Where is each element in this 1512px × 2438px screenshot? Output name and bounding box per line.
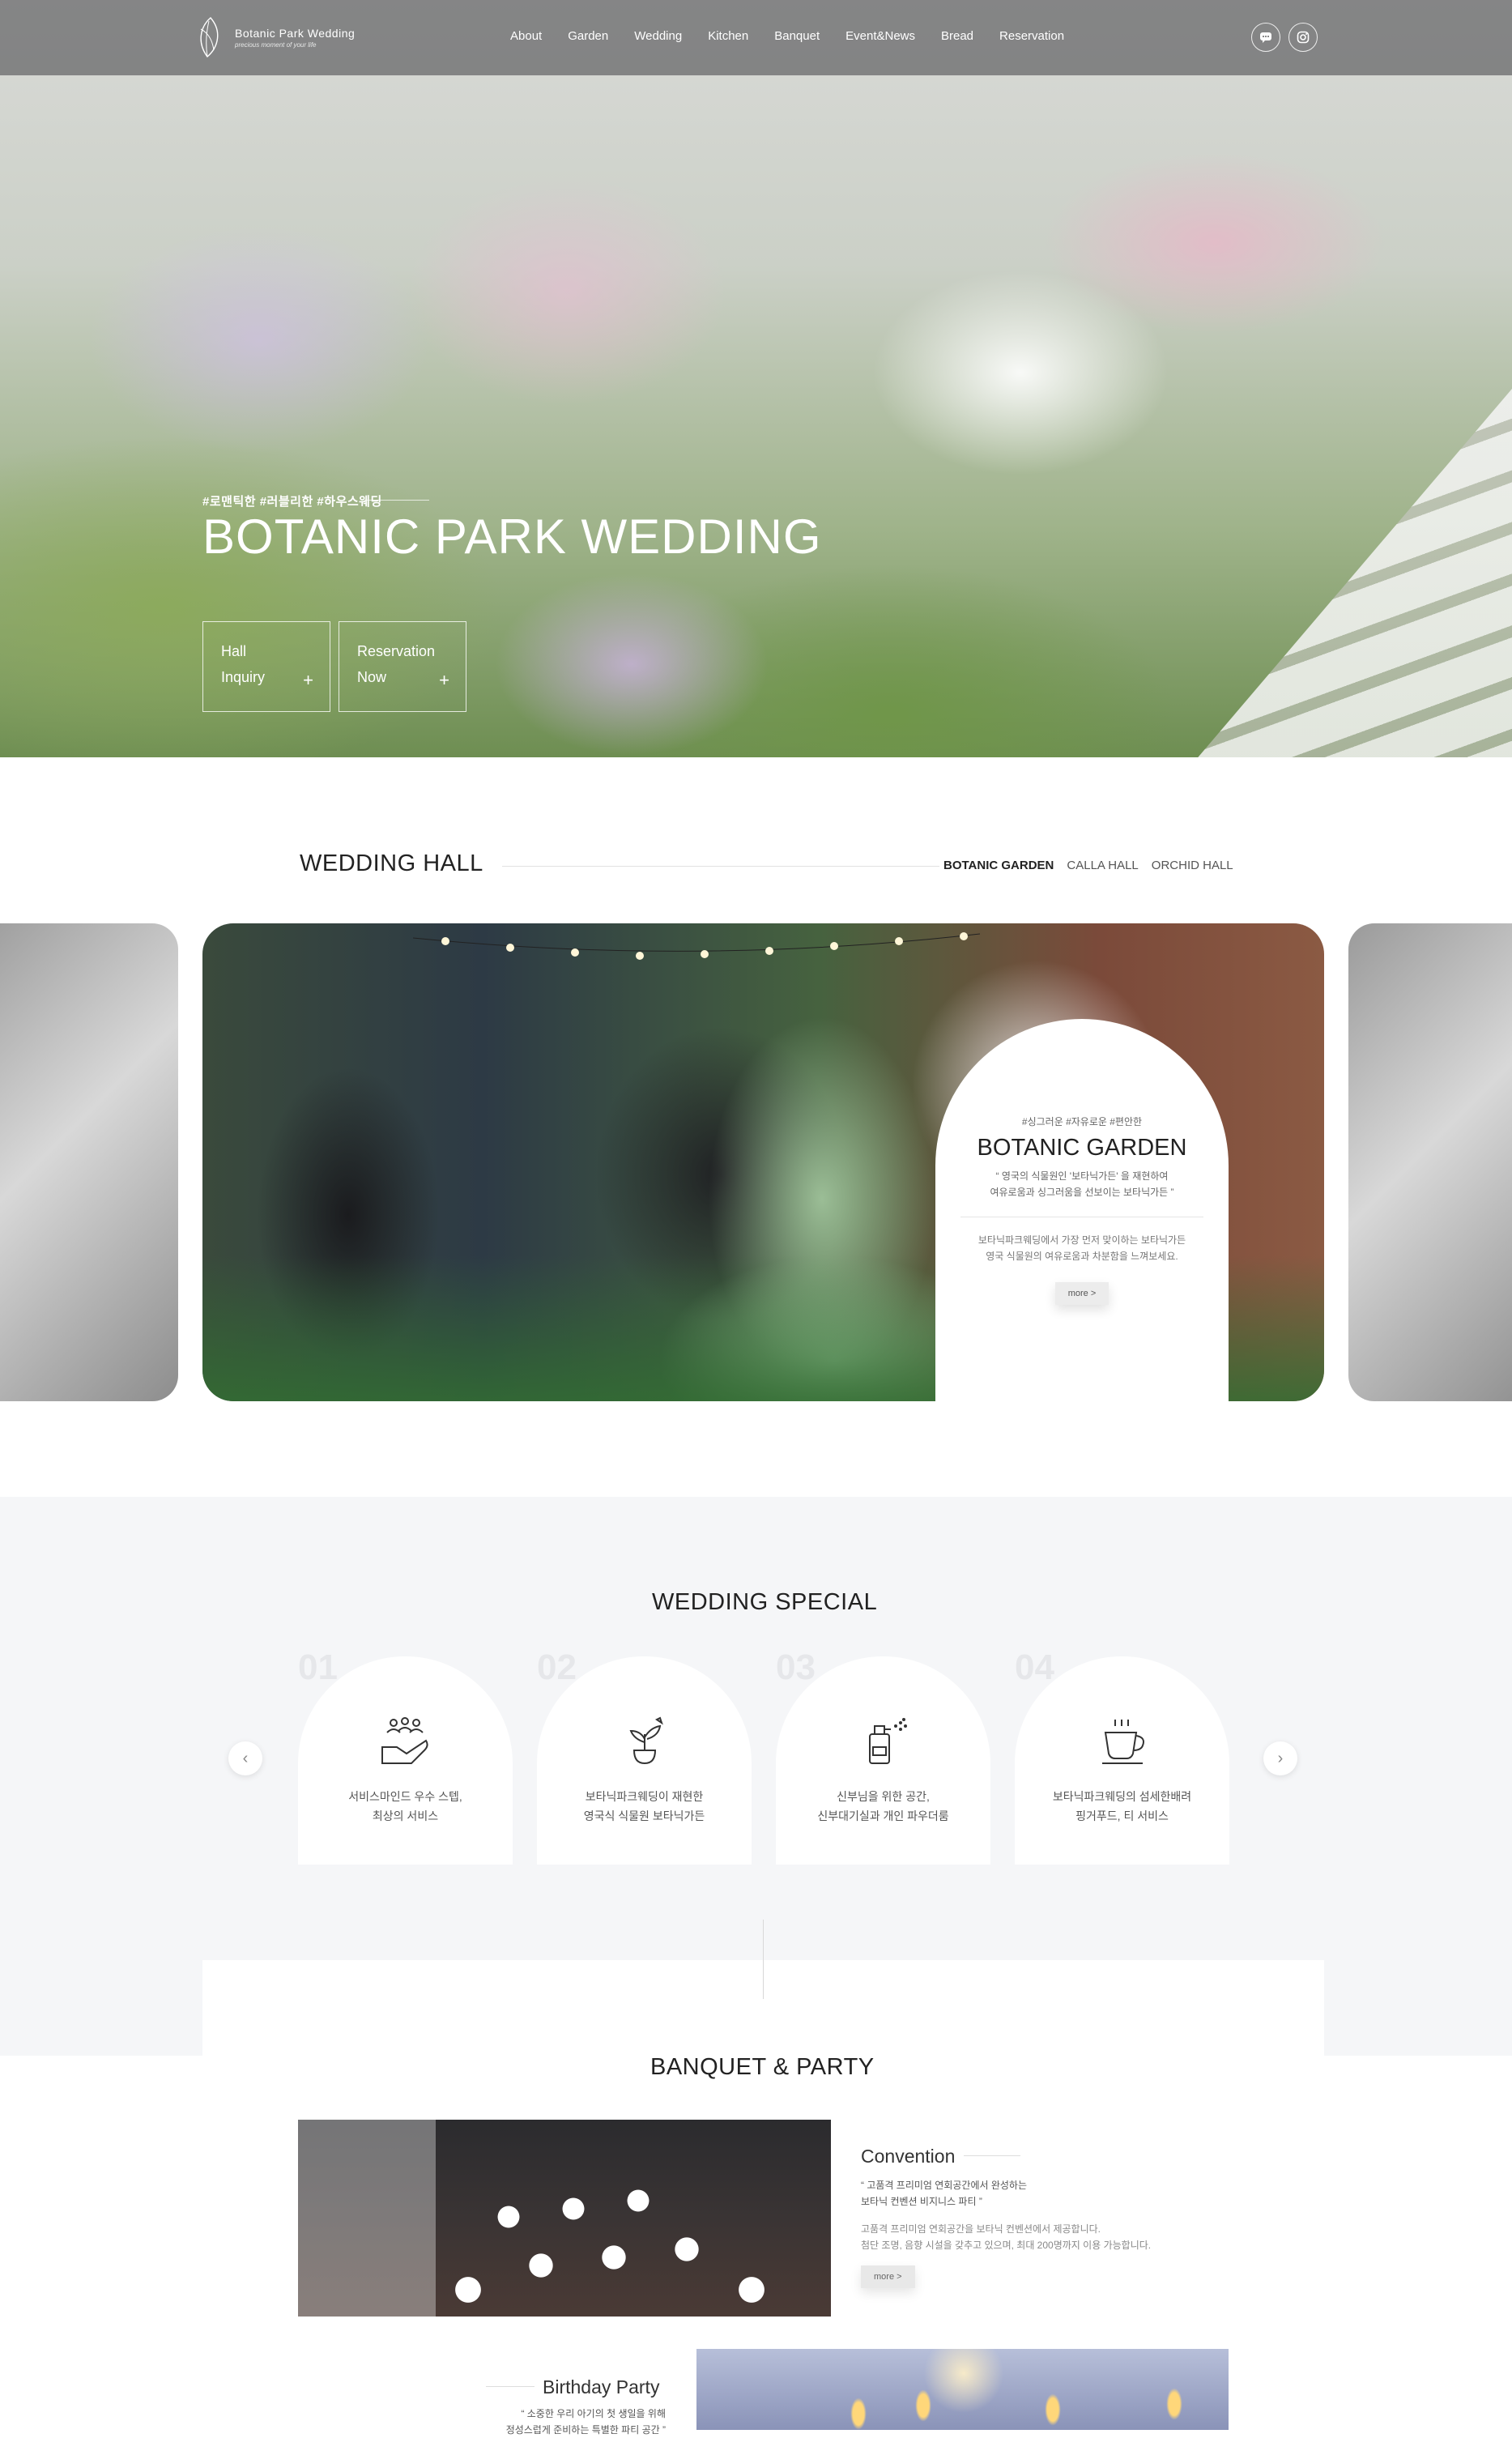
special-line-1: 신부님을 위한 공간, <box>837 1790 930 1803</box>
nav-garden[interactable]: Garden <box>568 29 608 43</box>
perfume-icon <box>868 1718 907 1764</box>
reservation-now-button[interactable]: Reservation Now + <box>339 621 466 712</box>
special-line-2: 신부대기실과 개인 파우더룸 <box>817 1809 949 1822</box>
nav-kitchen[interactable]: Kitchen <box>708 29 748 43</box>
nav-about[interactable]: About <box>510 29 542 43</box>
wedding-hall-divider <box>502 866 939 867</box>
hero-banner: #로맨틱한 #러블리한 #하우스웨딩 BOTANIC PARK WEDDING … <box>0 0 1512 757</box>
tab-calla-hall[interactable]: CALLA HALL <box>1067 859 1138 872</box>
reservation-now-label-2: Now <box>357 669 387 685</box>
convention-desc-line-2: 첨단 조명, 음향 시설을 갖추고 있으며, 최대 200명까지 이용 가능합니… <box>861 2240 1152 2251</box>
hall-info-card: #싱그러운 #자유로운 #편안한 BOTANIC GARDEN “ 영국의 식물… <box>935 1019 1229 1401</box>
plant-icon <box>629 1716 663 1765</box>
brand-tagline: precious moment of your life <box>235 40 317 49</box>
nav-banquet[interactable]: Banquet <box>774 29 820 43</box>
banquet-party-title: BANQUET & PARTY <box>650 2054 875 2080</box>
prev-hall-photo[interactable] <box>0 923 178 1401</box>
nav-reservation[interactable]: Reservation <box>999 29 1064 43</box>
hall-quote-line-1: “ 영국의 식물원인 '보타닉가든' 을 재현하여 <box>995 1170 1169 1182</box>
wedding-hall-title: WEDDING HALL <box>300 850 483 876</box>
next-hall-photo[interactable] <box>1348 923 1512 1401</box>
hall-name: BOTANIC GARDEN <box>977 1135 1187 1161</box>
tab-orchid-hall[interactable]: ORCHID HALL <box>1152 859 1233 872</box>
nav-bread[interactable]: Bread <box>941 29 973 43</box>
tab-botanic-garden[interactable]: BOTANIC GARDEN <box>943 859 1054 872</box>
convention-quote-line-1: “ 고품격 프리미엄 연회공간에서 완성하는 <box>861 2180 1028 2191</box>
header-social <box>1251 23 1318 52</box>
special-prev-button[interactable]: ‹ <box>228 1741 262 1775</box>
party-quote-line-1: “ 소중한 우리 아기의 첫 생일을 위해 <box>521 2408 666 2419</box>
special-card[interactable]: 보타닉파크웨딩의 섬세한배려 핑거푸드, 티 서비스 <box>1015 1656 1229 1865</box>
special-line-1: 보타닉파크웨딩이 재현한 <box>585 1790 704 1803</box>
special-line-1: 보타닉파크웨딩의 섬세한배려 <box>1052 1790 1192 1803</box>
hall-quote-line-2: 여유로움과 싱그러움을 선보이는 보타닉가든 ” <box>990 1187 1174 1198</box>
hero-chairs-decor <box>1195 389 1512 757</box>
hall-more-button[interactable]: more > <box>1054 1282 1110 1305</box>
special-line-2: 최상의 서비스 <box>372 1809 439 1822</box>
special-line-2: 핑거푸드, 티 서비스 <box>1075 1809 1169 1822</box>
convention-title: Convention <box>861 2146 956 2167</box>
wedding-hall-tabs: BOTANIC GARDEN CALLA HALL ORCHID HALL <box>943 859 1233 872</box>
convention-more-button[interactable]: more > <box>861 2265 915 2288</box>
special-next-button[interactable]: › <box>1263 1741 1297 1775</box>
plus-icon: + <box>439 670 449 690</box>
hero-tags-line <box>364 500 429 501</box>
special-line-2: 영국식 식물원 보타닉가든 <box>583 1809 705 1822</box>
special-card[interactable]: 보타닉파크웨딩이 재현한 영국식 식물원 보타닉가든 <box>537 1656 752 1865</box>
site-logo[interactable]: Botanic Park Wedding precious moment of … <box>194 15 355 60</box>
hero-tags: #로맨틱한 #러블리한 #하우스웨딩 <box>202 495 382 509</box>
nav-event-news[interactable]: Event&News <box>845 29 915 43</box>
string-lights-decor <box>413 932 980 960</box>
special-line-1: 서비스마인드 우수 스텝, <box>348 1790 462 1803</box>
hall-inquiry-button[interactable]: Hall Inquiry + <box>202 621 330 712</box>
chat-icon[interactable] <box>1251 23 1280 52</box>
leaf-logo-icon <box>200 17 219 58</box>
hall-inquiry-label-1: Hall <box>221 643 247 659</box>
nav-wedding[interactable]: Wedding <box>634 29 682 43</box>
coffee-cup-icon <box>1101 1720 1144 1764</box>
section-connector-line <box>763 1920 764 1999</box>
service-hand-icon <box>381 1717 428 1764</box>
hall-tags: #싱그러운 #자유로운 #편안한 <box>1021 1116 1143 1127</box>
hall-desc-line-1: 보타닉파크웨딩에서 가장 먼저 맞이하는 보타닉가든 <box>977 1234 1186 1246</box>
wedding-special-title: WEDDING SPECIAL <box>652 1589 878 1615</box>
hero-title: BOTANIC PARK WEDDING <box>202 509 822 564</box>
chevron-left-icon: ‹ <box>242 1749 249 1767</box>
plus-icon: + <box>303 670 313 690</box>
hall-desc-line-2: 영국 식물원의 여유로움과 차분함을 느껴보세요. <box>986 1251 1178 1262</box>
party-title: Birthday Party <box>543 2376 660 2398</box>
reservation-now-label-1: Reservation <box>357 643 436 659</box>
instagram-icon[interactable] <box>1288 23 1318 52</box>
convention-photo <box>298 2120 831 2317</box>
party-title-line <box>486 2386 535 2387</box>
party-quote-line-2: 정성스럽게 준비하는 특별한 파티 공간 ” <box>505 2424 666 2436</box>
chevron-right-icon: › <box>1277 1749 1284 1767</box>
convention-quote-line-2: 보타닉 컨벤션 비지니스 파티 ” <box>861 2196 982 2207</box>
hall-inquiry-label-2: Inquiry <box>221 669 266 685</box>
convention-desc-line-1: 고품격 프리미엄 연회공간을 보타닉 컨벤션에서 제공합니다. <box>861 2223 1101 2235</box>
convention-title-line <box>964 2155 1020 2156</box>
brand-name: Botanic Park Wedding <box>235 26 356 40</box>
photo-fade-overlay <box>298 2120 436 2317</box>
special-card[interactable]: 서비스마인드 우수 스텝, 최상의 서비스 <box>298 1656 513 1865</box>
main-nav: About Garden Wedding Kitchen Banquet Eve… <box>510 29 1090 43</box>
special-card[interactable]: 신부님을 위한 공간, 신부대기실과 개인 파우더룸 <box>776 1656 990 1865</box>
birthday-party-photo <box>696 2349 1229 2430</box>
site-header: Botanic Park Wedding precious moment of … <box>0 0 1512 75</box>
